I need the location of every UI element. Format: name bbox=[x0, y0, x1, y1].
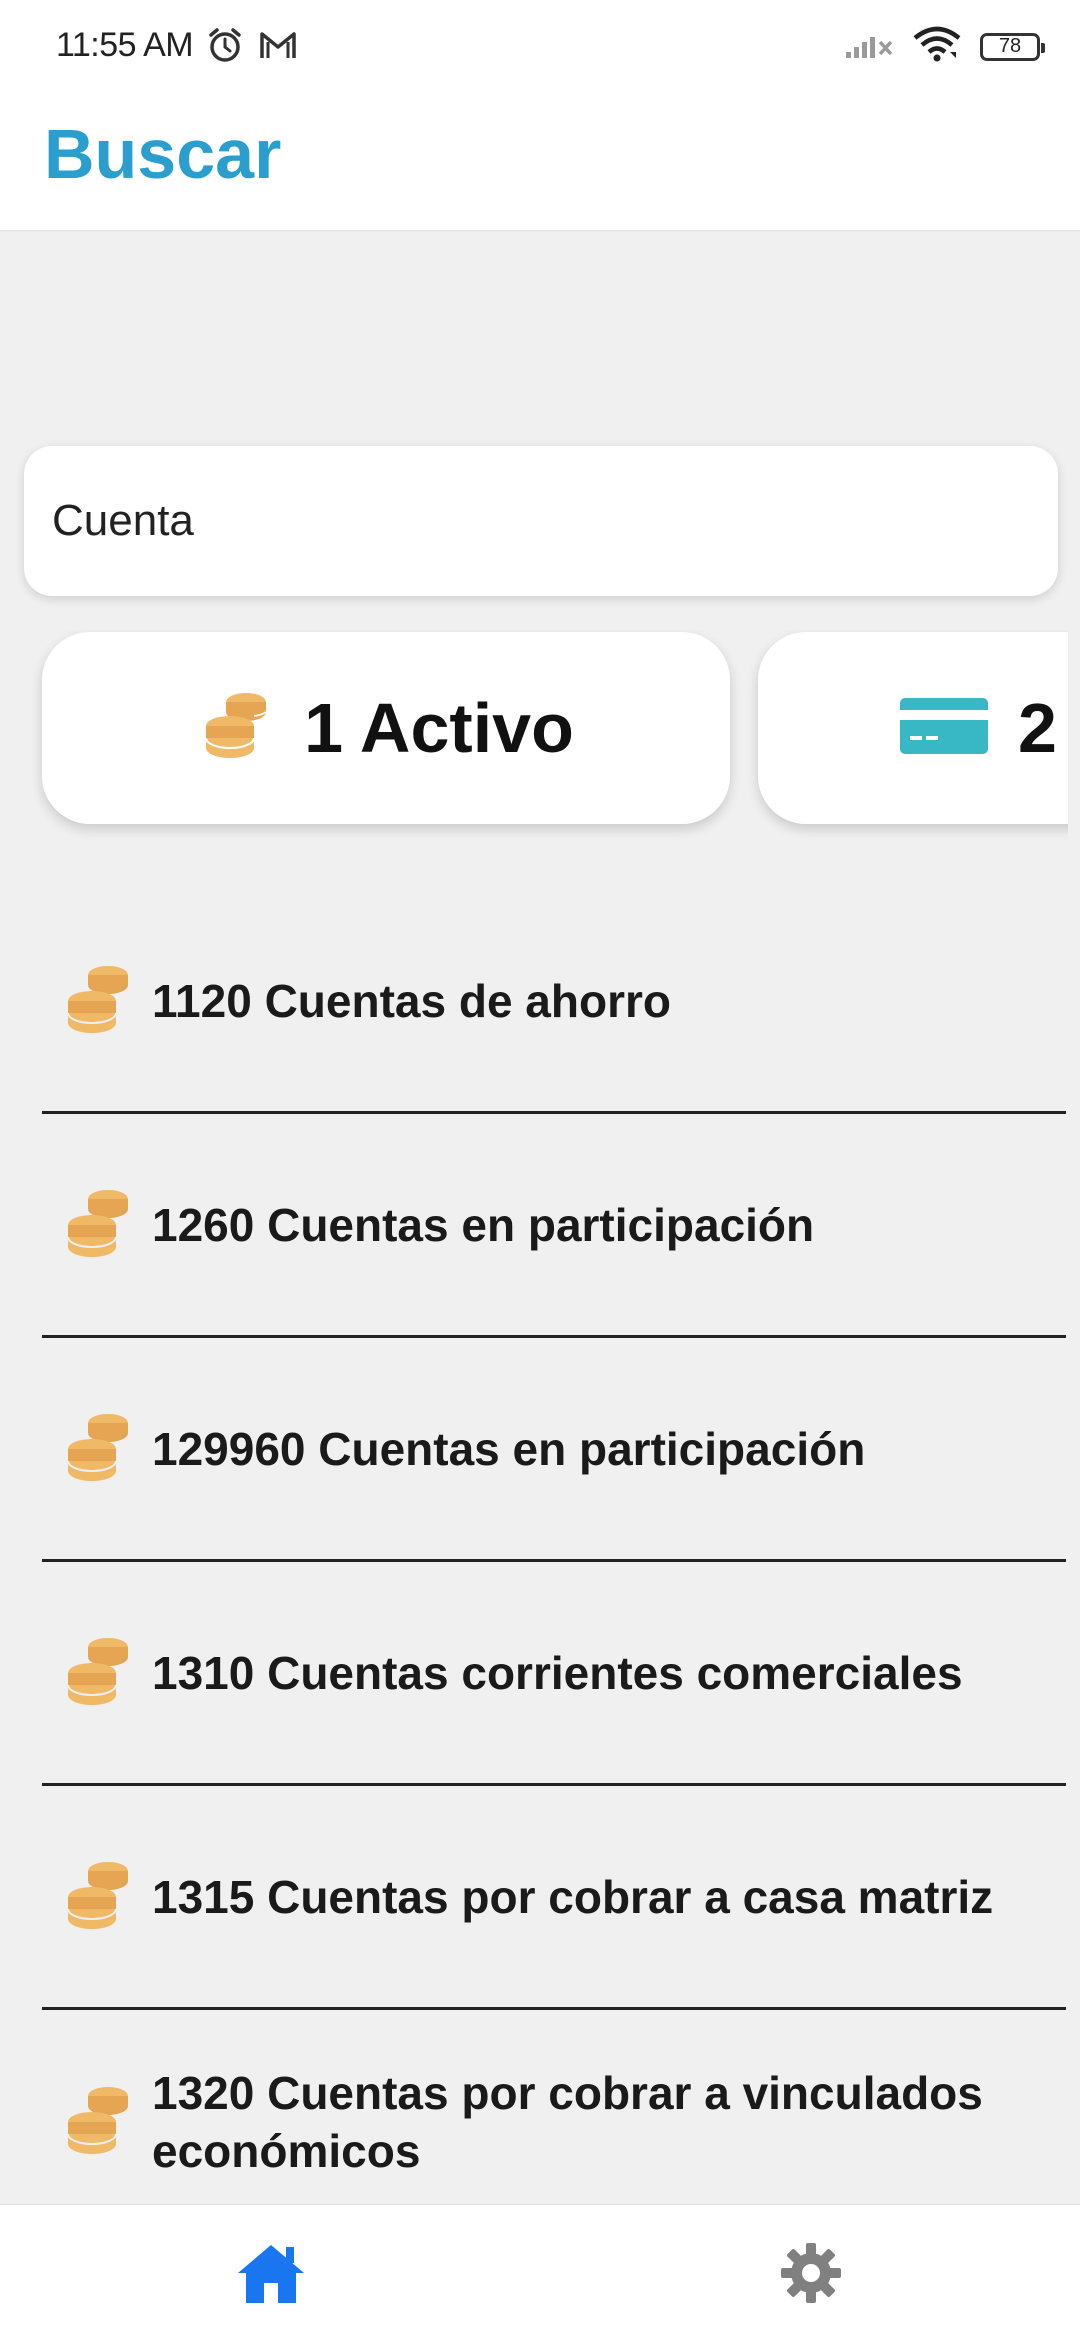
list-item[interactable]: 1120 Cuentas de ahorro bbox=[42, 890, 1066, 1114]
wifi-icon bbox=[912, 26, 962, 67]
coins-icon bbox=[60, 2084, 136, 2160]
coins-icon bbox=[60, 1859, 136, 1935]
list-item[interactable]: 1310 Cuentas corrientes comerciales bbox=[42, 1562, 1066, 1786]
list-item[interactable]: 1315 Cuentas por cobrar a casa matriz bbox=[42, 1786, 1066, 2010]
results-list: 1120 Cuentas de ahorro 1260 Cuentas en p… bbox=[0, 890, 1080, 2234]
app-bar: Buscar bbox=[0, 92, 1080, 231]
category-chip-pasivo[interactable]: 2 bbox=[758, 632, 1068, 824]
category-chip-label: 2 bbox=[1018, 689, 1057, 767]
gmail-icon bbox=[258, 28, 298, 67]
signal-icon bbox=[844, 28, 894, 65]
battery-level: 78 bbox=[998, 35, 1022, 57]
search-input[interactable]: Cuenta bbox=[24, 446, 1058, 596]
status-bar: 11:55 AM 78 bbox=[0, 0, 1080, 92]
status-time: 11:55 AM bbox=[56, 26, 194, 64]
coins-icon bbox=[60, 1411, 136, 1487]
status-right-icons: 78 bbox=[844, 26, 1045, 67]
alarm-icon bbox=[206, 26, 244, 69]
home-icon bbox=[236, 2241, 306, 2310]
credit-card-icon bbox=[900, 696, 988, 761]
list-item-label: 1310 Cuentas corrientes comerciales bbox=[152, 1646, 963, 1699]
category-chips: 1 Activo 2 bbox=[0, 630, 1068, 850]
list-item[interactable]: 129960 Cuentas en participación bbox=[42, 1338, 1066, 1562]
list-item[interactable]: 1260 Cuentas en participación bbox=[42, 1114, 1066, 1338]
list-item-label: 1120 Cuentas de ahorro bbox=[152, 974, 671, 1027]
nav-settings-button[interactable] bbox=[771, 2235, 851, 2315]
status-left-icons bbox=[206, 26, 298, 69]
coins-icon bbox=[198, 690, 274, 767]
list-item-label: 129960 Cuentas en participación bbox=[152, 1422, 866, 1475]
coins-icon bbox=[60, 1187, 136, 1263]
bottom-nav bbox=[0, 2204, 1080, 2341]
coins-icon bbox=[60, 963, 136, 1039]
list-item-label: 1260 Cuentas en participación bbox=[152, 1198, 815, 1251]
list-item-label: 1320 Cuentas por cobrar a vinculados eco… bbox=[152, 2067, 983, 2177]
coins-icon bbox=[60, 1635, 136, 1711]
category-chip-label: 1 Activo bbox=[304, 689, 574, 767]
search-input-value: Cuenta bbox=[52, 496, 194, 545]
category-chip-activo[interactable]: 1 Activo bbox=[42, 632, 730, 824]
list-item-label: 1315 Cuentas por cobrar a casa matriz bbox=[152, 1870, 994, 1923]
nav-home-button[interactable] bbox=[231, 2235, 311, 2315]
gear-icon bbox=[780, 2242, 842, 2309]
battery-icon: 78 bbox=[980, 32, 1045, 61]
page-title: Buscar bbox=[44, 115, 282, 193]
list-item[interactable]: 1320 Cuentas por cobrar a vinculados eco… bbox=[42, 2010, 1066, 2234]
